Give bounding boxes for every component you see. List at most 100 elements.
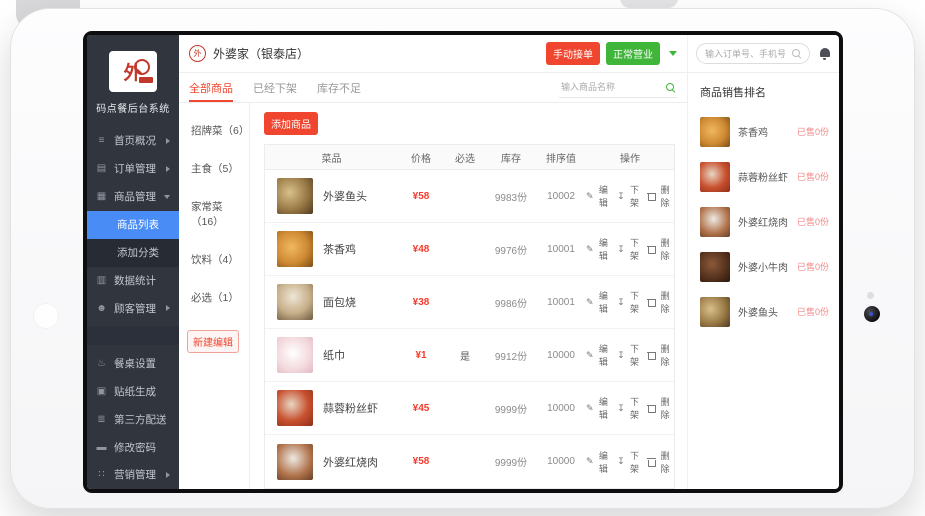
tabs-row: 全部商品 已经下架 库存不足 bbox=[179, 73, 687, 103]
edit-button[interactable]: ✎编辑 bbox=[586, 236, 612, 262]
tab-off-shelf[interactable]: 已经下架 bbox=[253, 73, 297, 102]
dish-sort-value: 10002 bbox=[536, 191, 586, 202]
product-search-box[interactable] bbox=[559, 78, 677, 98]
delete-button[interactable]: 删除 bbox=[648, 183, 674, 209]
new-category-button[interactable]: 新建编辑 bbox=[187, 330, 239, 353]
off-shelf-button[interactable]: ↧下架 bbox=[617, 449, 643, 475]
order-search-input[interactable] bbox=[705, 49, 792, 59]
dish-name: 纸巾 bbox=[323, 347, 345, 363]
main-area: 外 外婆家（银泰店） 手动接单 正常营业 bbox=[179, 35, 839, 489]
dish-sort-value: 10001 bbox=[536, 244, 586, 255]
sidebar-item-order-management[interactable]: ▤ 订单管理 bbox=[87, 155, 179, 183]
edit-button[interactable]: ✎编辑 bbox=[586, 395, 612, 421]
product-section: 全部商品 已经下架 库存不足 招牌菜（6） bbox=[179, 73, 687, 489]
off-shelf-icon: ↧ bbox=[617, 456, 625, 467]
sidebar-item-home-overview[interactable]: ≡ 首页概况 bbox=[87, 127, 179, 155]
edit-icon: ✎ bbox=[586, 244, 594, 255]
dish-photo bbox=[277, 337, 313, 373]
search-icon[interactable] bbox=[792, 49, 801, 58]
category-item-homestyle[interactable]: 家常菜（16） bbox=[191, 199, 249, 229]
sidebar-item-data-statistics[interactable]: ▥ 数据统计 bbox=[87, 267, 179, 295]
ranking-sold-count: 已售0份 bbox=[797, 125, 829, 138]
edit-button[interactable]: ✎编辑 bbox=[586, 449, 612, 475]
dish-name: 茶香鸡 bbox=[323, 241, 356, 257]
dish-photo bbox=[277, 444, 313, 480]
off-shelf-button[interactable]: ↧下架 bbox=[617, 342, 643, 368]
ranking-sold-count: 已售0份 bbox=[797, 260, 829, 273]
store-name: 外婆家（银泰店） bbox=[213, 45, 309, 62]
edit-icon: ✎ bbox=[586, 191, 594, 202]
off-shelf-button[interactable]: ↧下架 bbox=[617, 183, 643, 209]
dish-photo bbox=[277, 178, 313, 214]
off-shelf-icon: ↧ bbox=[617, 350, 625, 361]
category-item-required[interactable]: 必选（1） bbox=[191, 290, 249, 305]
table-row: 面包烧 ¥38 9986份 10001 ✎编辑 ↧下架 bbox=[265, 276, 674, 329]
edit-button[interactable]: ✎编辑 bbox=[586, 183, 612, 209]
search-icon[interactable] bbox=[666, 83, 675, 92]
content-row: 招牌菜（6） 主食（5） 家常菜（16） 饮料（4） 必选（1） 新建编辑 添加… bbox=[179, 103, 687, 489]
category-item-signature[interactable]: 招牌菜（6） bbox=[191, 123, 249, 138]
sidebar-item-marketing-management[interactable]: ∷ 营销管理 bbox=[87, 461, 179, 489]
sidebar-item-product-management[interactable]: ▦ 商品管理 bbox=[87, 183, 179, 211]
category-item-drinks[interactable]: 饮料（4） bbox=[191, 252, 249, 267]
table-row: 茶香鸡 ¥48 9976份 10001 ✎编辑 ↧下架 bbox=[265, 223, 674, 276]
sidebar-item-table-settings[interactable]: ♨ 餐桌设置 bbox=[87, 349, 179, 377]
edit-button[interactable]: ✎编辑 bbox=[586, 342, 612, 368]
notification-bell-icon[interactable] bbox=[818, 47, 831, 60]
sales-ranking-panel: 商品销售排名 茶香鸡 已售0份 蒜蓉粉丝虾 已售0份 bbox=[687, 73, 839, 489]
delete-button[interactable]: 删除 bbox=[648, 395, 674, 421]
delete-button[interactable]: 删除 bbox=[648, 449, 674, 475]
ranking-dish-name: 外婆小牛肉 bbox=[738, 259, 788, 274]
sidebar-item-label: 商品列表 bbox=[117, 217, 159, 232]
sidebar-item-customer-management[interactable]: ☻ 顾客管理 bbox=[87, 295, 179, 323]
brand-seal-icon bbox=[134, 59, 150, 75]
product-table-area: 添加商品 菜品 价格 必选 库存 排序值 操作 bbox=[250, 103, 687, 489]
dish-sort-value: 10000 bbox=[536, 350, 586, 361]
goods-icon: ▦ bbox=[96, 191, 107, 202]
category-item-staple[interactable]: 主食（5） bbox=[191, 161, 249, 176]
sticker-icon: ▣ bbox=[96, 386, 107, 397]
sidebar-item-product-list[interactable]: 商品列表 bbox=[87, 211, 179, 239]
table-row: 纸巾 ¥1 是 9912份 10000 ✎编辑 ↧下架 bbox=[265, 329, 674, 382]
chevron-down-icon[interactable] bbox=[669, 51, 677, 56]
edit-button[interactable]: ✎编辑 bbox=[586, 289, 612, 315]
sidebar-item-label: 商品管理 bbox=[114, 189, 156, 204]
off-shelf-icon: ↧ bbox=[617, 191, 625, 202]
trash-icon bbox=[648, 458, 655, 466]
chevron-right-icon bbox=[166, 138, 170, 144]
brand-logo: 外 bbox=[109, 51, 157, 92]
ranking-dish-name: 茶香鸡 bbox=[738, 124, 768, 139]
sidebar-item-third-party-delivery[interactable]: ≣ 第三方配送 bbox=[87, 405, 179, 433]
off-shelf-button[interactable]: ↧下架 bbox=[617, 395, 643, 421]
col-sort: 排序值 bbox=[536, 150, 586, 165]
sidebar-item-sticker-generation[interactable]: ▣ 贴纸生成 bbox=[87, 377, 179, 405]
delete-button[interactable]: 删除 bbox=[648, 342, 674, 368]
ranking-title: 商品销售排名 bbox=[700, 84, 829, 100]
sidebar-item-change-password[interactable]: ▬ 修改密码 bbox=[87, 433, 179, 461]
ranking-item: 外婆小牛肉 已售0份 bbox=[700, 244, 829, 289]
delete-button[interactable]: 删除 bbox=[648, 236, 674, 262]
sidebar-item-add-category[interactable]: 添加分类 bbox=[87, 239, 179, 267]
product-search-input[interactable] bbox=[561, 82, 660, 92]
person-icon: ☻ bbox=[96, 303, 107, 314]
manual-accept-order-button[interactable]: 手动接单 bbox=[546, 42, 600, 65]
business-status-button[interactable]: 正常营业 bbox=[606, 42, 660, 65]
ranking-item: 外婆红烧肉 已售0份 bbox=[700, 199, 829, 244]
product-table: 菜品 价格 必选 库存 排序值 操作 bbox=[264, 144, 675, 489]
dish-price: ¥38 bbox=[398, 297, 444, 308]
tab-low-stock[interactable]: 库存不足 bbox=[317, 73, 361, 102]
add-product-button[interactable]: 添加商品 bbox=[264, 112, 318, 135]
sidebar-item-label: 订单管理 bbox=[114, 161, 156, 176]
order-search-box[interactable] bbox=[696, 43, 810, 64]
chevron-right-icon bbox=[166, 305, 170, 311]
orders-icon: ▤ bbox=[96, 163, 107, 174]
col-dish: 菜品 bbox=[265, 150, 398, 165]
chevron-right-icon bbox=[166, 166, 170, 172]
ranking-item: 茶香鸡 已售0份 bbox=[700, 109, 829, 154]
home-button[interactable] bbox=[33, 303, 59, 329]
dish-stock: 9999份 bbox=[486, 401, 536, 416]
off-shelf-button[interactable]: ↧下架 bbox=[617, 289, 643, 315]
delete-button[interactable]: 删除 bbox=[648, 289, 674, 315]
off-shelf-button[interactable]: ↧下架 bbox=[617, 236, 643, 262]
tab-all-products[interactable]: 全部商品 bbox=[189, 73, 233, 102]
